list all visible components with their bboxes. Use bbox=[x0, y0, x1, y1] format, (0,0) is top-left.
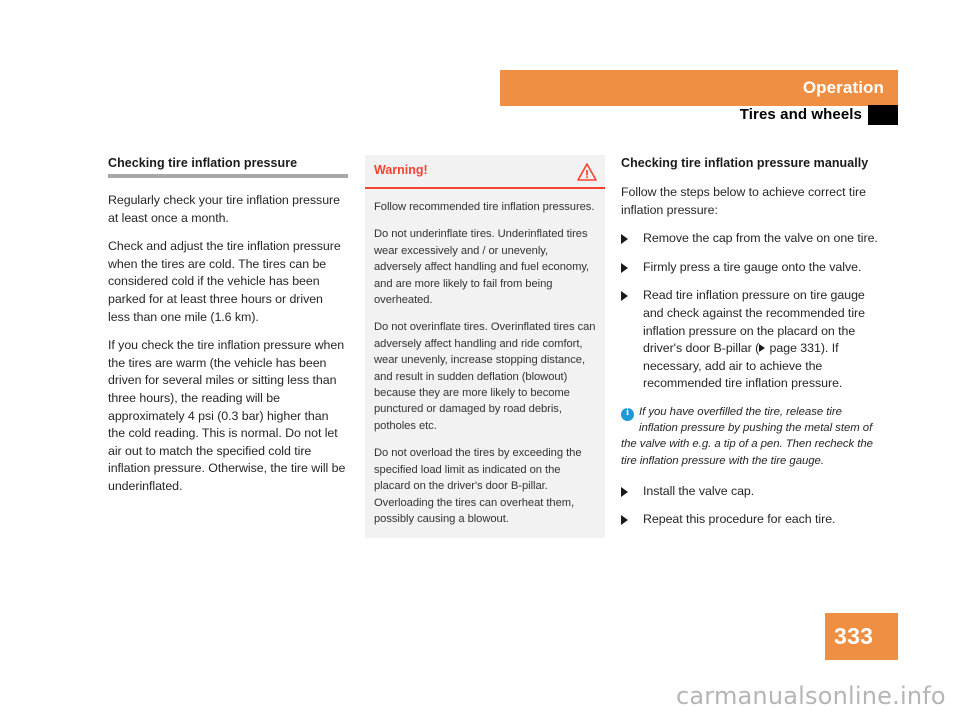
list-item-label: Firmly press a tire gauge onto the valve… bbox=[643, 259, 862, 274]
list-item: Remove the cap from the valve on one tir… bbox=[621, 230, 881, 248]
header-orange-band: Operation bbox=[500, 70, 898, 106]
list-item-label: Repeat this procedure for each tire. bbox=[643, 512, 836, 527]
steps-list-after-note: Install the valve cap. Repeat this proce… bbox=[621, 483, 881, 529]
paragraph: Regularly check your tire inflation pres… bbox=[108, 193, 340, 225]
watermark: carmanualsonline.info bbox=[676, 682, 946, 710]
triangle-bullet-icon bbox=[621, 291, 628, 302]
warning-triangle-icon bbox=[577, 162, 597, 182]
right-column: Checking tire inflation pressure manuall… bbox=[621, 155, 881, 540]
intro-paragraph: Follow the steps below to achieve correc… bbox=[621, 185, 866, 217]
warning-title: Warning! bbox=[374, 163, 428, 177]
cross-reference-triangle-icon bbox=[759, 344, 766, 353]
middle-column: Warning! Follow recommended tire inflati… bbox=[365, 155, 605, 539]
triangle-bullet-icon bbox=[621, 234, 628, 245]
steps-list-before-note: Remove the cap from the valve on one tir… bbox=[621, 230, 881, 393]
triangle-bullet-icon bbox=[621, 515, 628, 526]
info-note: If you have overfilled the tire, release… bbox=[621, 404, 881, 469]
left-column-heading: Checking tire inflation pressure bbox=[108, 156, 298, 170]
warning-callout-box: Warning! Follow recommended tire inflati… bbox=[365, 155, 605, 539]
page-number-box: 333 bbox=[825, 613, 898, 660]
warning-paragraph: Follow recommended tire inflation pressu… bbox=[374, 201, 595, 213]
warning-paragraph: Do not overload the tires by exceeding t… bbox=[374, 447, 582, 525]
info-note-text: If you have overfilled the tire, release… bbox=[621, 405, 873, 467]
list-item: Read tire inflation pressure on tire gau… bbox=[621, 287, 881, 393]
section-title-row: Tires and wheels bbox=[500, 106, 898, 128]
info-circle-icon bbox=[621, 407, 634, 421]
triangle-bullet-icon bbox=[621, 486, 628, 497]
paragraph: If you check the tire inflation pressure… bbox=[108, 338, 346, 493]
warning-body: Follow recommended tire inflation pressu… bbox=[365, 189, 605, 538]
list-item: Repeat this procedure for each tire. bbox=[621, 511, 881, 529]
chapter-thumb-tab bbox=[868, 105, 898, 125]
warning-header: Warning! bbox=[365, 155, 605, 189]
list-item-label: Remove the cap from the valve on one tir… bbox=[643, 231, 878, 246]
list-item-label: Install the valve cap. bbox=[643, 483, 755, 498]
list-item: Install the valve cap. bbox=[621, 483, 881, 501]
page-number: 333 bbox=[834, 623, 874, 649]
warning-paragraph: Do not underinflate tires. Underinflated… bbox=[374, 228, 590, 307]
chapter-title: Operation bbox=[802, 78, 884, 97]
paragraph: Check and adjust the tire inflation pres… bbox=[108, 239, 341, 324]
triangle-bullet-icon bbox=[621, 262, 628, 273]
warning-paragraph: Do not overinflate tires. Overinflated t… bbox=[374, 321, 596, 432]
section-title: Tires and wheels bbox=[739, 106, 862, 123]
list-item: Firmly press a tire gauge onto the valve… bbox=[621, 259, 881, 277]
right-column-heading: Checking tire inflation pressure manuall… bbox=[621, 156, 869, 170]
left-column: Checking tire inflation pressure Regular… bbox=[108, 155, 348, 507]
